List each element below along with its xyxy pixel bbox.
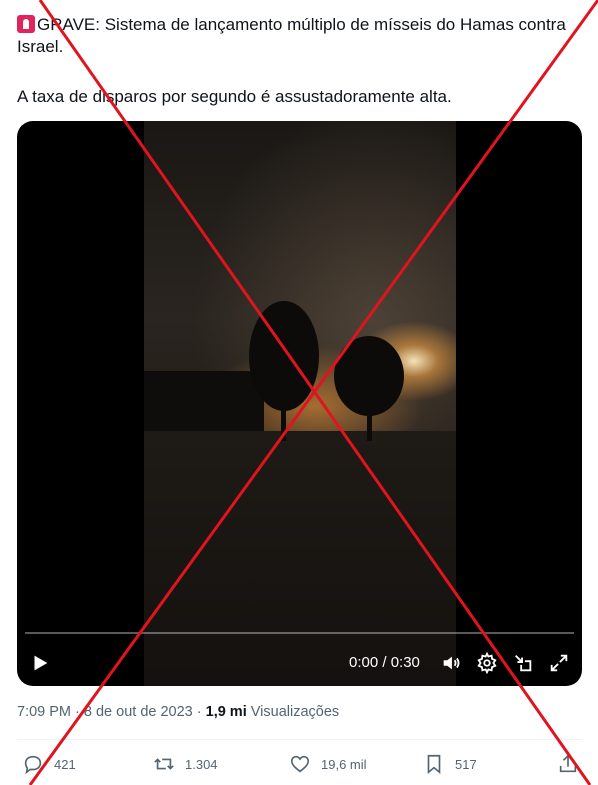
tweet-line-1: GRAVE: Sistema de lançamento múltiplo de… (17, 14, 589, 58)
reply-icon (24, 755, 42, 775)
divider (17, 739, 582, 740)
video-tree-trunk (367, 406, 372, 441)
like-button[interactable]: 19,6 mil (289, 750, 367, 778)
bookmark-button[interactable]: 517 (423, 750, 477, 778)
reply-count: 421 (54, 756, 76, 772)
video-building (144, 371, 264, 431)
video-controls: 0:00 / 0:30 (17, 646, 582, 680)
video-player[interactable]: 0:00 / 0:30 (17, 121, 582, 686)
reply-button[interactable]: 421 (22, 750, 76, 778)
like-count: 19,6 mil (321, 756, 367, 772)
video-tree (249, 301, 319, 411)
tweet-meta: 7:09 PM · 8 de out de 2023 · 1,9 mi Visu… (17, 704, 339, 720)
tweet-timestamp[interactable]: 7:09 PM · 8 de out de 2023 · (17, 704, 202, 720)
views-label: Visualizações (250, 704, 340, 720)
video-time: 0:00 / 0:30 (349, 654, 420, 671)
video-tree-trunk (281, 401, 286, 441)
video-frame (144, 121, 456, 686)
views-count: 1,9 mi (205, 704, 247, 720)
repost-count: 1.304 (185, 756, 218, 772)
share-button[interactable] (557, 750, 589, 778)
bookmark-count: 517 (455, 756, 477, 772)
play-icon[interactable] (29, 652, 51, 674)
siren-icon (17, 15, 35, 33)
bookmark-icon (427, 754, 441, 775)
video-progress-bar[interactable] (25, 632, 574, 634)
action-bar: 421 1.304 19,6 mil 517 (0, 750, 598, 778)
tweet-text: GRAVE: Sistema de lançamento múltiplo de… (17, 14, 589, 108)
gear-icon[interactable] (476, 652, 498, 674)
tweet-line-1-text: GRAVE: Sistema de lançamento múltiplo de… (17, 15, 566, 56)
tweet-line-2: A taxa de disparos por segundo é assusta… (17, 87, 452, 106)
like-icon (290, 755, 310, 773)
share-icon (559, 754, 577, 773)
pip-icon[interactable] (512, 652, 534, 674)
repost-icon (154, 758, 174, 770)
repost-button[interactable]: 1.304 (153, 750, 218, 778)
video-tree (334, 336, 404, 416)
fullscreen-icon[interactable] (548, 652, 570, 674)
volume-icon[interactable] (440, 652, 462, 674)
